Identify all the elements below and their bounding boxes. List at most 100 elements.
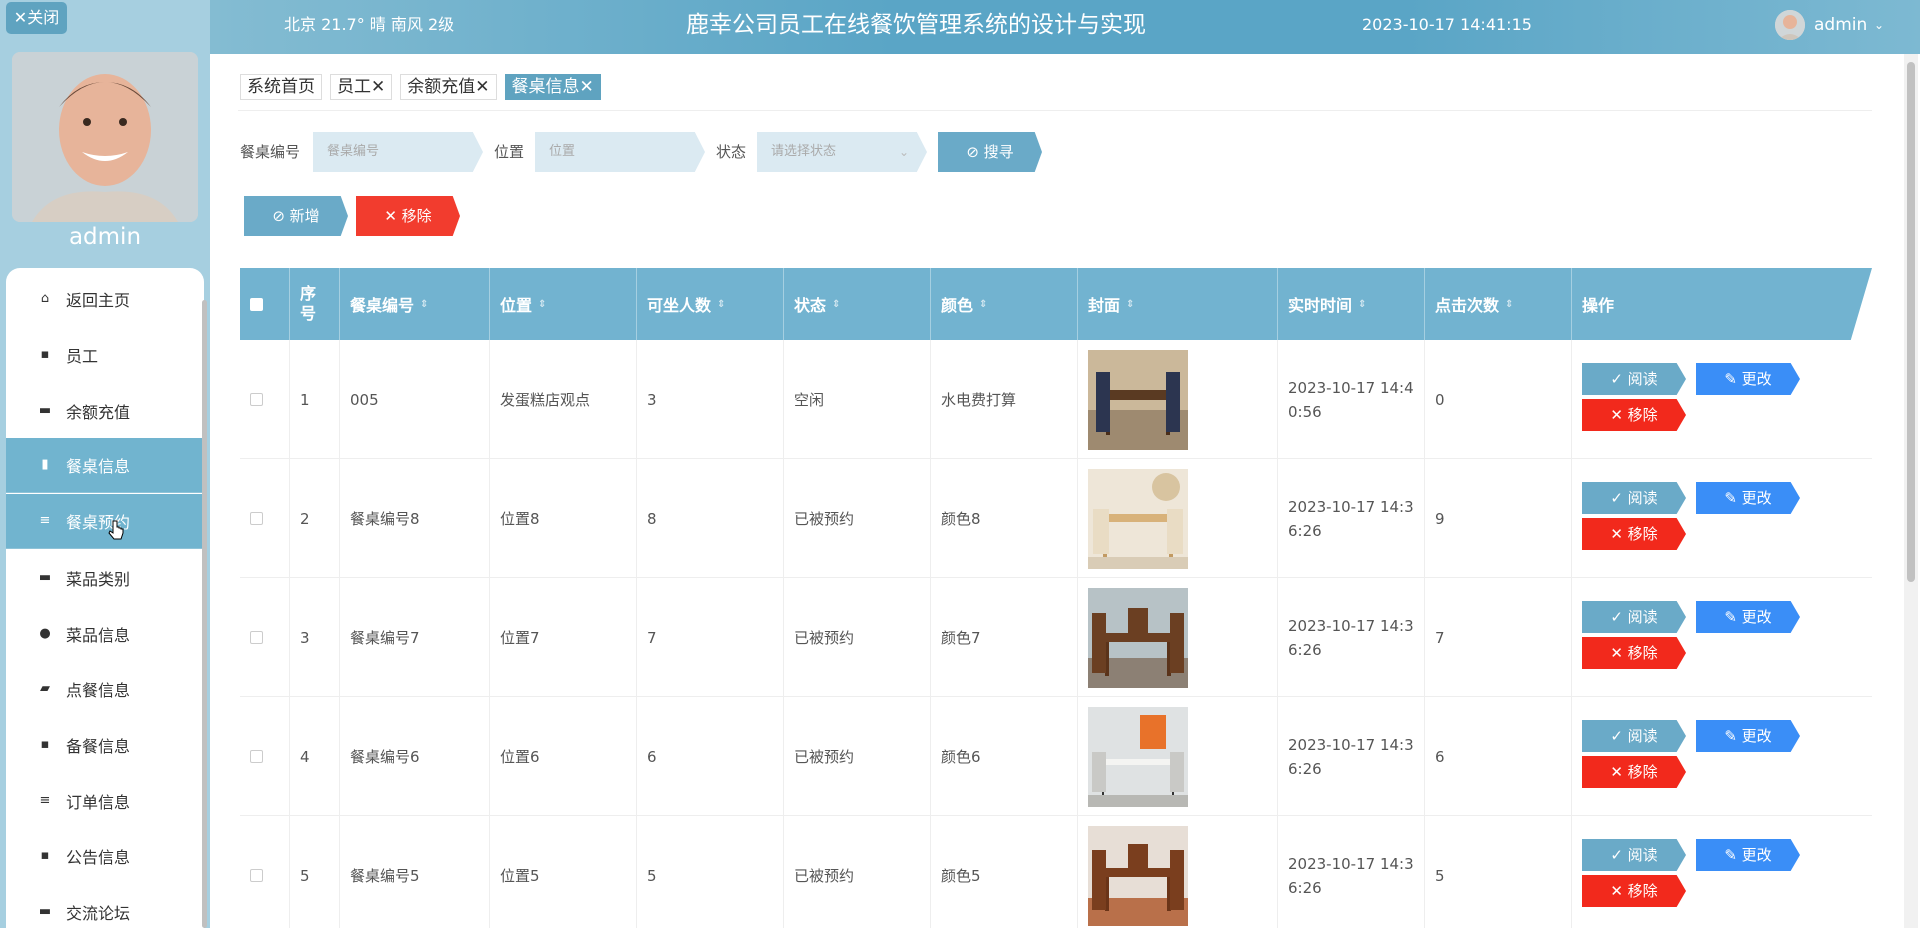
cell-actions: ✓ 阅读 ✎ 更改 ✕ 移除 (1572, 340, 1872, 459)
cell-cover (1078, 816, 1278, 928)
tab-table-info[interactable]: 餐桌信息✕ (504, 74, 601, 100)
sidebar-item-label: 点餐信息 (66, 680, 131, 700)
add-button[interactable]: ⊘ 新增 (244, 196, 348, 236)
location-input[interactable]: 位置 (535, 132, 705, 172)
table-row: 5 餐桌编号5 位置5 5 已被预约 颜色5 2023-10-17 14:36:… (240, 816, 1872, 928)
edit-button[interactable]: ✎ 更改 (1696, 601, 1800, 633)
cell-time: 2023-10-17 14:36:26 (1278, 459, 1425, 578)
top-bar: 北京 21.7° 晴 南风 2级 鹿幸公司员工在线餐饮管理系统的设计与实现 20… (210, 0, 1920, 54)
sort-icon: ⇕ (1358, 298, 1367, 310)
sidebar-item-recharge[interactable]: ▬ 余额充值 (6, 383, 204, 438)
sidebar-item-forum[interactable]: ▬ 交流论坛 (6, 884, 204, 928)
delete-button[interactable]: ✕ 移除 (1582, 637, 1686, 669)
sidebar-item-dish-category[interactable]: ▬ 菜品类别 (6, 550, 204, 605)
row-checkbox[interactable] (250, 869, 263, 882)
sidebar-item-home[interactable]: ⌂ 返回主页 (6, 271, 204, 326)
th-label: 封面 (1088, 296, 1121, 315)
sidebar-item-announcements[interactable]: ▪ 公告信息 (6, 828, 204, 883)
delete-button[interactable]: ✕ 移除 (1582, 399, 1686, 431)
sidebar-item-employee[interactable]: ▪ 员工 (6, 327, 204, 382)
cell-index: 4 (290, 697, 340, 816)
sidebar-item-order-meal[interactable]: ▰ 点餐信息 (6, 661, 204, 716)
th-status[interactable]: 状态 ⇕ (784, 268, 931, 340)
delete-button[interactable]: ✕ 移除 (1582, 756, 1686, 788)
cover-image[interactable] (1088, 706, 1188, 807)
sidebar-item-dish-info[interactable]: ● 菜品信息 (6, 606, 204, 661)
cover-image[interactable] (1088, 825, 1188, 926)
cell-table-no: 餐桌编号7 (340, 578, 490, 697)
weather-info: 北京 21.7° 晴 南风 2级 (284, 15, 455, 34)
sidebar-item-meal-prep[interactable]: ▪ 备餐信息 (6, 717, 204, 772)
sidebar-scrollbar[interactable] (202, 300, 207, 928)
row-checkbox[interactable] (250, 631, 263, 644)
read-button[interactable]: ✓ 阅读 (1582, 720, 1686, 752)
edit-button[interactable]: ✎ 更改 (1696, 363, 1800, 395)
select-all-checkbox[interactable] (250, 297, 263, 311)
th-index: 序号 (290, 268, 340, 340)
cover-image[interactable] (1088, 349, 1188, 450)
cell-time: 2023-10-17 14:36:26 (1278, 578, 1425, 697)
row-select-cell (240, 340, 290, 459)
search-button[interactable]: ⊘ 搜寻 (938, 132, 1042, 172)
sidebar-item-label: 公告信息 (66, 847, 131, 867)
cell-cover (1078, 697, 1278, 816)
cell-color: 颜色8 (931, 459, 1078, 578)
th-color[interactable]: 颜色 ⇕ (931, 268, 1078, 340)
read-button[interactable]: ✓ 阅读 (1582, 363, 1686, 395)
cell-clicks: 5 (1425, 816, 1572, 928)
table-row: 1 005 发蛋糕店观点 3 空闲 水电费打算 2023-10-17 14:40… (240, 340, 1872, 459)
cell-actions: ✓ 阅读 ✎ 更改 ✕ 移除 (1572, 578, 1872, 697)
datetime: 2023-10-17 14:41:15 (1362, 15, 1532, 34)
cell-location: 发蛋糕店观点 (490, 340, 637, 459)
tab-home[interactable]: 系统首页 (240, 74, 322, 100)
top-avatar[interactable] (1775, 10, 1805, 40)
cell-color: 颜色6 (931, 697, 1078, 816)
th-location[interactable]: 位置 ⇕ (490, 268, 637, 340)
close-button[interactable]: ✕关闭 (6, 2, 67, 34)
edit-button[interactable]: ✎ 更改 (1696, 482, 1800, 514)
cell-actions: ✓ 阅读 ✎ 更改 ✕ 移除 (1572, 459, 1872, 578)
grid-icon: ▪ (40, 736, 50, 752)
read-button[interactable]: ✓ 阅读 (1582, 839, 1686, 871)
edit-button[interactable]: ✎ 更改 (1696, 720, 1800, 752)
table-no-label: 餐桌编号 (240, 143, 301, 161)
read-button[interactable]: ✓ 阅读 (1582, 601, 1686, 633)
edit-button[interactable]: ✎ 更改 (1696, 839, 1800, 871)
sidebar-item-orders[interactable]: ≡ 订单信息 (6, 773, 204, 828)
row-checkbox[interactable] (250, 512, 263, 525)
th-time[interactable]: 实时时间 ⇕ (1278, 268, 1425, 340)
cell-table-no: 餐桌编号6 (340, 697, 490, 816)
read-button[interactable]: ✓ 阅读 (1582, 482, 1686, 514)
cell-seats: 3 (637, 340, 784, 459)
sidebar-item-table-info[interactable]: ▮ 餐桌信息 (6, 438, 204, 493)
cell-clicks: 7 (1425, 578, 1572, 697)
cell-actions: ✓ 阅读 ✎ 更改 ✕ 移除 (1572, 697, 1872, 816)
cover-image[interactable] (1088, 468, 1188, 569)
th-seats[interactable]: 可坐人数 ⇕ (637, 268, 784, 340)
user-menu[interactable]: admin (1814, 0, 1867, 50)
th-clicks[interactable]: 点击次数 ⇕ (1425, 268, 1572, 340)
sidebar-item-label: 菜品信息 (66, 625, 131, 645)
grid-icon: ▪ (40, 847, 50, 863)
sidebar-item-table-reservation[interactable]: ≡ 餐桌预约 (6, 494, 204, 549)
remove-button[interactable]: ✕ 移除 (356, 196, 460, 236)
status-select[interactable]: 请选择状态 ⌄ (757, 132, 927, 172)
page-scrollbar[interactable] (1904, 54, 1918, 928)
chevron-down-icon[interactable]: ⌄ (1874, 0, 1884, 50)
row-checkbox[interactable] (250, 393, 263, 406)
tab-recharge[interactable]: 余额充值✕ (400, 74, 497, 100)
row-checkbox[interactable] (250, 750, 263, 763)
delete-button[interactable]: ✕ 移除 (1582, 518, 1686, 550)
tab-employee[interactable]: 员工✕ (330, 74, 393, 100)
table-no-input[interactable]: 餐桌编号 (313, 132, 483, 172)
delete-button[interactable]: ✕ 移除 (1582, 875, 1686, 907)
th-table-no[interactable]: 餐桌编号 ⇕ (340, 268, 490, 340)
cell-clicks: 6 (1425, 697, 1572, 816)
cell-seats: 5 (637, 816, 784, 928)
cover-image[interactable] (1088, 587, 1188, 688)
cell-index: 2 (290, 459, 340, 578)
scrollbar-thumb[interactable] (1907, 62, 1915, 582)
th-label: 点击次数 (1435, 296, 1500, 315)
th-cover[interactable]: 封面 ⇕ (1078, 268, 1278, 340)
cell-table-no: 005 (340, 340, 490, 459)
